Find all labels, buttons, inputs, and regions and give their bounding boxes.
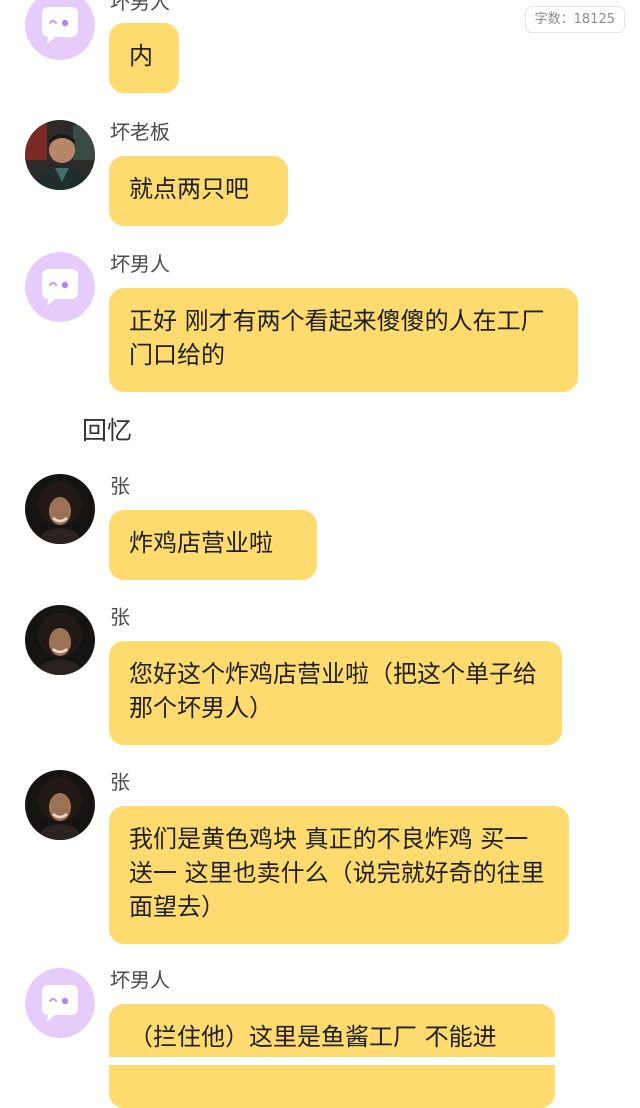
message-bubble[interactable]: 炸鸡店营业啦: [109, 510, 317, 580]
message-bubble[interactable]: （拦住他）这里是鱼酱工厂 不能进: [109, 1004, 555, 1108]
sender-name: 坏男人: [110, 968, 170, 992]
zhang-avatar[interactable]: [25, 605, 95, 675]
word-count-badge: 字数：18125: [524, 6, 625, 33]
sender-name: 张: [110, 770, 130, 794]
sender-name: 坏男人: [110, 252, 170, 276]
sender-name: 坏男人: [110, 0, 170, 14]
message-bubble[interactable]: 正好 刚才有两个看起来傻傻的人在工厂门口给的: [109, 288, 578, 392]
zhang-avatar[interactable]: [25, 474, 95, 544]
zhang-avatar[interactable]: [25, 770, 95, 840]
message-bubble[interactable]: 我们是黄色鸡块 真正的不良炸鸡 买一送一 这里也卖什么（说完就好奇的往里面望去）: [109, 806, 569, 944]
bot-avatar-icon[interactable]: [25, 968, 95, 1038]
section-label: 回忆: [82, 416, 133, 445]
bottom-edge: [0, 1057, 640, 1065]
sender-name: 张: [110, 605, 130, 629]
bot-avatar-icon[interactable]: [25, 0, 95, 60]
message-bubble[interactable]: 内: [109, 23, 179, 93]
message-bubble[interactable]: 就点两只吧: [109, 156, 288, 226]
sender-name: 张: [110, 474, 130, 498]
boss-avatar[interactable]: [25, 120, 95, 190]
sender-name: 坏老板: [110, 120, 170, 144]
message-bubble[interactable]: 您好这个炸鸡店营业啦（把这个单子给那个坏男人）: [109, 641, 562, 745]
bot-avatar-icon[interactable]: [25, 252, 95, 322]
